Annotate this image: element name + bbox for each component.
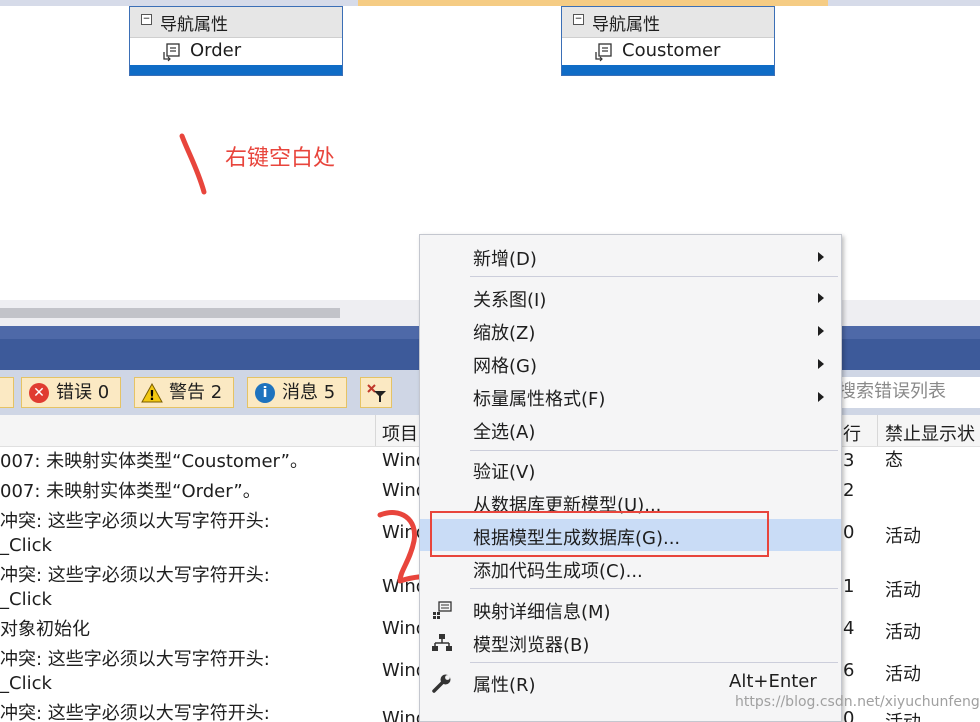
menu-item-select-all[interactable]: 全选(A) [420, 413, 841, 445]
column-project[interactable]: 项目 [382, 420, 418, 446]
submenu-arrow-icon [818, 326, 824, 336]
menu-separator [470, 450, 838, 451]
clear-filter-icon [367, 384, 386, 402]
row-state: 活动 [885, 526, 921, 547]
error-list-search-input[interactable]: 搜索错误列表 [838, 377, 980, 408]
menu-item-label: 新增(D) [473, 249, 537, 270]
menu-item-diagram[interactable]: 关系图(I) [420, 281, 841, 313]
annotation-highlight-box [430, 511, 769, 557]
row-line: 0 [843, 708, 855, 722]
submenu-arrow-icon [818, 293, 824, 303]
submenu-arrow-icon [818, 252, 824, 262]
row-description: 007: 未映射实体类型“Coustomer”。 [0, 451, 308, 472]
error-icon: ✕ [29, 383, 49, 403]
clear-filter-button[interactable] [360, 377, 392, 408]
menu-item-model-browser[interactable]: 模型浏览器(B) [420, 626, 841, 658]
info-icon: i [255, 383, 275, 403]
row-state: 活动 [885, 622, 921, 643]
row-line: 4 [843, 618, 855, 639]
row-state: 活动 [885, 708, 921, 722]
entity-footer-bar [562, 65, 774, 75]
errors-filter-label: 错误 0 [56, 382, 110, 403]
navigation-property-name: Order [190, 40, 242, 61]
menu-item-label: 关系图(I) [473, 290, 547, 311]
navigation-property-item[interactable]: Coustomer [562, 38, 774, 66]
navigation-properties-header[interactable]: − 导航属性 [562, 7, 774, 38]
navigation-property-item[interactable]: Order [130, 38, 342, 66]
menu-item-label: 属性(R) [473, 675, 536, 696]
annotation-stroke-1 [179, 133, 207, 195]
scope-dropdown-edge[interactable] [0, 377, 14, 408]
warning-icon: ! [141, 383, 163, 403]
menu-separator [470, 662, 838, 663]
svg-text:!: ! [149, 389, 155, 403]
entity-box-order-owner[interactable]: − 导航属性 Order [129, 6, 343, 76]
entity-footer-bar [130, 65, 342, 75]
column-separator[interactable] [375, 415, 376, 446]
navigation-property-icon [163, 43, 180, 62]
column-separator[interactable] [877, 415, 878, 446]
navigation-properties-header[interactable]: − 导航属性 [130, 7, 342, 38]
row-description: 冲突: 这些字必须以大写字符开头: [0, 703, 270, 722]
navigation-property-name: Coustomer [622, 40, 721, 61]
menu-item-mapping-details[interactable]: 映射详细信息(M) [420, 593, 841, 625]
menu-item-grid[interactable]: 网格(G) [420, 347, 841, 379]
menu-item-validate[interactable]: 验证(V) [420, 453, 841, 485]
row-description: 对象初始化 [0, 619, 90, 640]
navigation-properties-label: 导航属性 [160, 15, 228, 35]
scrollbar-thumb[interactable] [0, 308, 340, 318]
warnings-filter-button[interactable]: ! 警告 2 [134, 377, 234, 408]
menu-item-label: 全选(A) [473, 422, 536, 443]
menu-item-label: 映射详细信息(M) [473, 602, 611, 623]
row-description: 冲突: 这些字必须以大写字符开头: [0, 511, 270, 532]
menu-item-add[interactable]: 新增(D) [420, 240, 841, 272]
row-description-continued: _Click [0, 589, 52, 610]
menu-item-label: 标量属性格式(F) [473, 389, 606, 410]
row-line: 3 [843, 450, 855, 471]
annotation-text: 右键空白处 [225, 146, 336, 171]
submenu-arrow-icon [818, 359, 824, 369]
row-description-continued: _Click [0, 535, 52, 556]
wrench-icon [432, 674, 451, 693]
mapping-details-icon [433, 601, 452, 619]
submenu-arrow-icon [818, 392, 824, 402]
warnings-filter-label: 警告 2 [169, 382, 223, 403]
navigation-properties-label: 导航属性 [592, 15, 660, 35]
messages-filter-label: 消息 5 [282, 382, 336, 403]
collapse-icon[interactable]: − [573, 14, 584, 25]
row-line: 2 [843, 480, 855, 501]
menu-item-scalar-property-format[interactable]: 标量属性格式(F) [420, 380, 841, 412]
menu-item-label: 模型浏览器(B) [473, 635, 590, 656]
menu-item-label: 添加代码生成项(C)... [473, 561, 643, 582]
collapse-icon[interactable]: − [141, 14, 152, 25]
row-state: 活动 [885, 664, 921, 685]
menu-item-label: 网格(G) [473, 356, 537, 377]
row-description-continued: _Click [0, 673, 52, 694]
menu-separator [470, 588, 838, 589]
menu-item-shortcut: Alt+Enter [729, 671, 817, 692]
messages-filter-button[interactable]: i 消息 5 [247, 377, 347, 408]
row-line: 0 [843, 522, 855, 543]
context-menu: 新增(D) 关系图(I) 缩放(Z) 网格(G) 标量属性格式(F) 全选(A)… [419, 234, 842, 722]
entity-box-customer-owner[interactable]: − 导航属性 Coustomer [561, 6, 775, 76]
column-line[interactable]: 行 [843, 420, 861, 446]
menu-item-label: 验证(V) [473, 462, 536, 483]
row-description: 冲突: 这些字必须以大写字符开头: [0, 565, 270, 586]
watermark: https://blog.csdn.net/xiyuchunfeng1 [735, 694, 980, 710]
menu-item-label: 缩放(Z) [473, 323, 536, 344]
navigation-property-icon [595, 43, 612, 62]
menu-separator [470, 276, 838, 277]
row-description: 007: 未映射实体类型“Order”。 [0, 481, 261, 502]
row-description: 冲突: 这些字必须以大写字符开头: [0, 649, 270, 670]
errors-filter-button[interactable]: ✕ 错误 0 [21, 377, 121, 408]
row-line: 1 [843, 576, 855, 597]
row-line: 6 [843, 660, 855, 681]
row-state: 活动 [885, 580, 921, 601]
model-browser-icon [432, 634, 452, 651]
menu-item-zoom[interactable]: 缩放(Z) [420, 314, 841, 346]
